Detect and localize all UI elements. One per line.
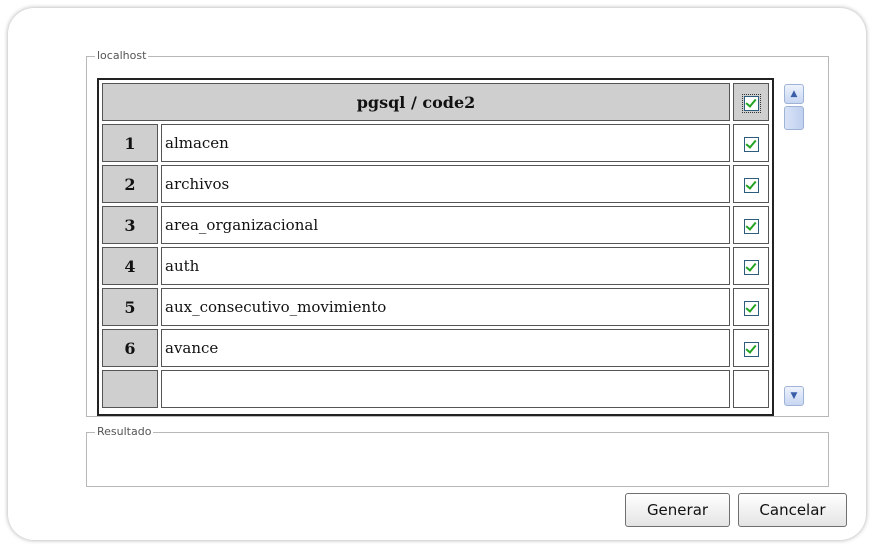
row-checkbox[interactable]	[743, 300, 759, 316]
table-row: 6 avance	[102, 329, 769, 367]
row-number: 1	[102, 124, 158, 162]
row-checkbox[interactable]	[743, 177, 759, 193]
select-all-cell	[733, 83, 769, 121]
row-table-name: almacen	[161, 124, 730, 162]
cancel-button[interactable]: Cancelar	[738, 493, 847, 527]
row-check-cell	[733, 329, 769, 367]
row-number: 5	[102, 288, 158, 326]
row-table-name: auth	[161, 247, 730, 285]
table-row	[102, 370, 769, 408]
scroll-down-button[interactable]: ▼	[784, 386, 804, 406]
result-fieldset: Resultado	[86, 426, 829, 487]
row-check-cell	[733, 165, 769, 203]
row-table-name	[161, 370, 730, 408]
tables-grid: pgsql / code2 1 almacen 2 archivos 3 are…	[97, 78, 774, 416]
vertical-scrollbar[interactable]: ▲ ▼	[784, 84, 804, 406]
row-table-name: avance	[161, 329, 730, 367]
row-table-name: archivos	[161, 165, 730, 203]
dialog-window: localhost pgsql / code2 1 almacen 2 arch…	[8, 8, 866, 540]
table-row: 1 almacen	[102, 124, 769, 162]
row-check-cell	[733, 124, 769, 162]
generate-button[interactable]: Generar	[625, 493, 730, 527]
localhost-fieldset: localhost pgsql / code2 1 almacen 2 arch…	[86, 50, 829, 417]
table-header-row: pgsql / code2	[102, 83, 769, 121]
scroll-thumb[interactable]	[784, 106, 804, 130]
scroll-up-button[interactable]: ▲	[784, 84, 804, 104]
result-legend: Resultado	[97, 425, 152, 438]
table-row: 5 aux_consecutivo_movimiento	[102, 288, 769, 326]
table-row: 3 area_organizacional	[102, 206, 769, 244]
row-number: 6	[102, 329, 158, 367]
row-check-cell	[733, 370, 769, 408]
select-all-checkbox[interactable]	[741, 93, 761, 113]
row-table-name: area_organizacional	[161, 206, 730, 244]
row-check-cell	[733, 206, 769, 244]
row-checkbox[interactable]	[743, 259, 759, 275]
localhost-legend: localhost	[97, 49, 147, 62]
table-header-title: pgsql / code2	[102, 83, 730, 121]
row-number: 3	[102, 206, 158, 244]
row-check-cell	[733, 288, 769, 326]
row-checkbox[interactable]	[743, 218, 759, 234]
arrow-down-icon: ▼	[790, 391, 798, 401]
row-check-cell	[733, 247, 769, 285]
arrow-up-icon: ▲	[790, 89, 798, 99]
row-checkbox[interactable]	[743, 341, 759, 357]
row-number	[102, 370, 158, 408]
table-row: 4 auth	[102, 247, 769, 285]
row-number: 4	[102, 247, 158, 285]
row-checkbox[interactable]	[743, 136, 759, 152]
row-table-name: aux_consecutivo_movimiento	[161, 288, 730, 326]
table-row: 2 archivos	[102, 165, 769, 203]
row-number: 2	[102, 165, 158, 203]
tables-table: pgsql / code2 1 almacen 2 archivos 3 are…	[99, 80, 772, 411]
